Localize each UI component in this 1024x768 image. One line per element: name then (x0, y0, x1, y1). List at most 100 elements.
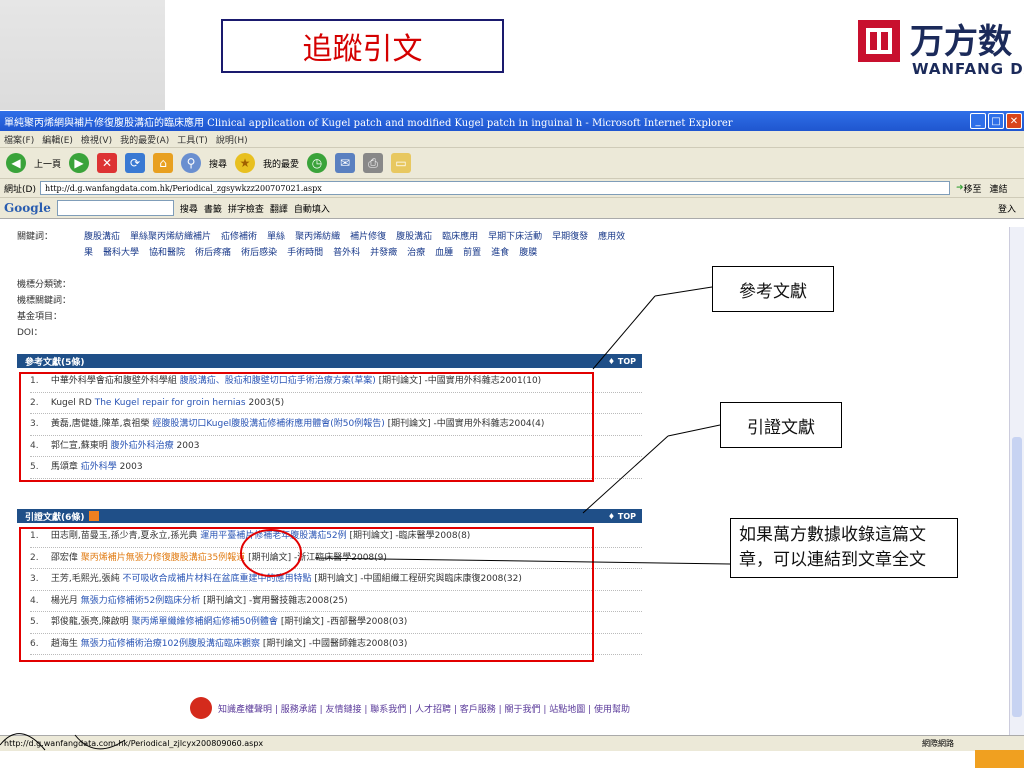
vertical-scrollbar[interactable] (1009, 227, 1024, 735)
keyword-link[interactable]: 單絲聚丙烯紡織補片 (130, 232, 211, 242)
class-number-label: 機標分類號： (17, 280, 72, 290)
keyword-link[interactable]: 術后感染 (241, 248, 277, 258)
refresh-icon[interactable]: ⟳ (125, 153, 146, 173)
keyword-link[interactable]: 并發癥 (370, 248, 397, 258)
keyword-link[interactable]: 術后疼痛 (195, 248, 231, 258)
logo-text-cn: 万方数 (910, 22, 1012, 62)
keyword-link[interactable]: 手術時間 (287, 248, 323, 258)
browser-toolbar: ◀ 上一頁 ▶ ✕ ⟳ ⌂ ⚲ 搜尋 ★ 我的最愛 ◷ ✉ ⎙ ▭ (0, 148, 1024, 179)
callout-fulltext-note: 如果萬方數據收錄這篇文章，可以連結到文章全文 (730, 518, 958, 578)
search-button-label[interactable]: 搜尋 (209, 157, 227, 170)
keyword-link[interactable]: 腹股溝疝 (396, 232, 432, 242)
scrollbar-thumb[interactable] (1012, 437, 1022, 717)
wanfang-logo: 万方数 WANFANG DA (858, 14, 1024, 84)
google-bookmarks-button[interactable]: 書籤 (204, 202, 222, 215)
references-top-link[interactable]: ♦ TOP (608, 357, 636, 366)
wanfang-logo-mark-icon (858, 20, 900, 62)
keyword-link[interactable]: 聚丙烯紡織 (295, 232, 340, 242)
references-highlight-box (19, 372, 594, 482)
print-icon[interactable]: ⎙ (363, 153, 384, 173)
corner-accent (975, 750, 1024, 768)
menu-view[interactable]: 檢視(V) (81, 133, 112, 146)
google-search-button[interactable]: 搜尋 (180, 202, 198, 215)
mail-icon[interactable]: ✉ (335, 153, 356, 173)
menu-bar: 檔案(F) 編輯(E) 檢視(V) 我的最愛(A) 工具(T) 說明(H) (0, 131, 1024, 148)
google-spellcheck-button[interactable]: 拼字檢查 (228, 202, 264, 215)
window-titlebar: 單純聚丙烯網與補片修復腹股溝疝的臨床應用 Clinical applicatio… (0, 111, 1024, 131)
logo-text-en: WANFANG DA (912, 60, 1024, 78)
citations-top-link[interactable]: ♦ TOP (608, 512, 636, 521)
keywords-label: 關鍵詞： (17, 232, 54, 242)
search-icon[interactable]: ⚲ (181, 153, 202, 173)
slide-title: 追蹤引文 (221, 19, 504, 73)
close-button[interactable]: ✕ (1006, 113, 1022, 129)
status-bar: http://d.g.wanfangdata.com.hk/Periodical… (0, 735, 1024, 751)
citations-header-label: 引證文獻(6條) (25, 512, 85, 523)
maximize-button[interactable]: □ (988, 113, 1004, 129)
site-emblem-icon (190, 697, 212, 719)
doi-label: DOI： (17, 328, 43, 338)
citations-header: 引證文獻(6條) ♦ TOP (17, 509, 642, 523)
references-header-label: 參考文獻(5條) (25, 357, 85, 368)
callout-citations: 引證文獻 (720, 402, 842, 448)
keyword-link[interactable]: 腹股溝疝 (84, 232, 120, 242)
metadata-labels: 關鍵詞： 機標分類號： 機標關鍵詞： 基金項目： DOI： (17, 229, 71, 341)
page-footer: 知識產權聲明 | 服務承諾 | 友情鏈接 | 聯系我們 | 人才招聘 | 客戶服… (190, 697, 630, 719)
google-logo: Google (4, 201, 51, 215)
back-button-label[interactable]: 上一頁 (34, 157, 61, 170)
callout-references: 參考文獻 (712, 266, 834, 312)
go-button[interactable]: 移至 (964, 182, 982, 195)
favorites-star-icon[interactable]: ★ (235, 153, 256, 173)
keyword-link[interactable]: 普外科 (333, 248, 360, 258)
keyword-link[interactable]: 腹膜 (519, 248, 537, 258)
google-autofill-button[interactable]: 自動填入 (294, 202, 330, 215)
menu-tools[interactable]: 工具(T) (177, 133, 208, 146)
keyword-link[interactable]: 治療 (407, 248, 425, 258)
google-login-button[interactable]: 登入 (998, 202, 1016, 215)
citations-top-label[interactable]: TOP (618, 512, 636, 521)
machine-keywords-label: 機標關鍵詞： (17, 296, 72, 306)
google-translate-button[interactable]: 翻譯 (270, 202, 288, 215)
keyword-link[interactable]: 前置 (463, 248, 481, 258)
keyword-link[interactable]: 疝修補術 (221, 232, 257, 242)
menu-favorites[interactable]: 我的最愛(A) (120, 133, 169, 146)
fund-label: 基金項目： (17, 312, 63, 322)
keyword-link[interactable]: 早期下床活動 (488, 232, 542, 242)
keyword-link[interactable]: 早期復發 (552, 232, 588, 242)
keyword-link[interactable]: 醫科大學 (103, 248, 139, 258)
footer-links[interactable]: 知識產權聲明 | 服務承諾 | 友情鏈接 | 聯系我們 | 人才招聘 | 客戶服… (218, 702, 630, 715)
menu-file[interactable]: 檔案(F) (4, 133, 34, 146)
stop-icon[interactable]: ✕ (97, 153, 118, 173)
menu-help[interactable]: 說明(H) (216, 133, 248, 146)
favorites-button-label[interactable]: 我的最愛 (263, 157, 299, 170)
address-bar: 網址(D) http://d.g.wanfangdata.com.hk/Peri… (0, 179, 1024, 198)
slide-decor-panel (0, 0, 165, 110)
status-url: http://d.g.wanfangdata.com.hk/Periodical… (4, 739, 264, 748)
back-icon[interactable]: ◀ (6, 153, 26, 173)
rss-icon[interactable] (88, 511, 99, 521)
folder-icon[interactable]: ▭ (391, 153, 412, 173)
google-search-input[interactable] (56, 200, 174, 216)
address-label: 網址(D) (4, 184, 36, 195)
home-icon[interactable]: ⌂ (153, 153, 174, 173)
keyword-link[interactable]: 進食 (491, 248, 509, 258)
page-content: 關鍵詞： 機標分類號： 機標關鍵詞： 基金項目： DOI： 腹股溝疝 單絲聚丙烯紡… (0, 227, 1010, 735)
minimize-button[interactable]: _ (970, 113, 986, 129)
history-icon[interactable]: ◷ (307, 153, 328, 173)
keyword-link[interactable]: 補片修復 (350, 232, 386, 242)
citations-highlight-box (19, 527, 594, 662)
references-header: 參考文獻(5條) ♦ TOP (17, 354, 642, 368)
menu-edit[interactable]: 編輯(E) (42, 133, 73, 146)
keyword-list: 腹股溝疝 單絲聚丙烯紡織補片 疝修補術 單絲 聚丙烯紡織 補片修復 腹股溝疝 臨床應用 早期下床… (84, 229, 644, 261)
keyword-link[interactable]: 臨床應用 (442, 232, 478, 242)
keyword-link[interactable]: 單絲 (267, 232, 285, 242)
keyword-link[interactable]: 協和醫院 (149, 248, 185, 258)
google-toolbar: Google 搜尋 書籤 拼字檢查 翻譯 自動填入 登入 (0, 198, 1024, 219)
keyword-link[interactable]: 血腫 (435, 248, 453, 258)
address-input[interactable]: http://d.g.wanfangdata.com.hk/Periodical… (39, 181, 950, 195)
references-top-label[interactable]: TOP (618, 357, 636, 366)
forward-icon[interactable]: ▶ (69, 153, 90, 173)
go-icon[interactable]: ➜ (956, 183, 964, 193)
ie-window: 單純聚丙烯網與補片修復腹股溝疝的臨床應用 Clinical applicatio… (0, 111, 1024, 751)
links-button[interactable]: 連結 (990, 182, 1008, 195)
